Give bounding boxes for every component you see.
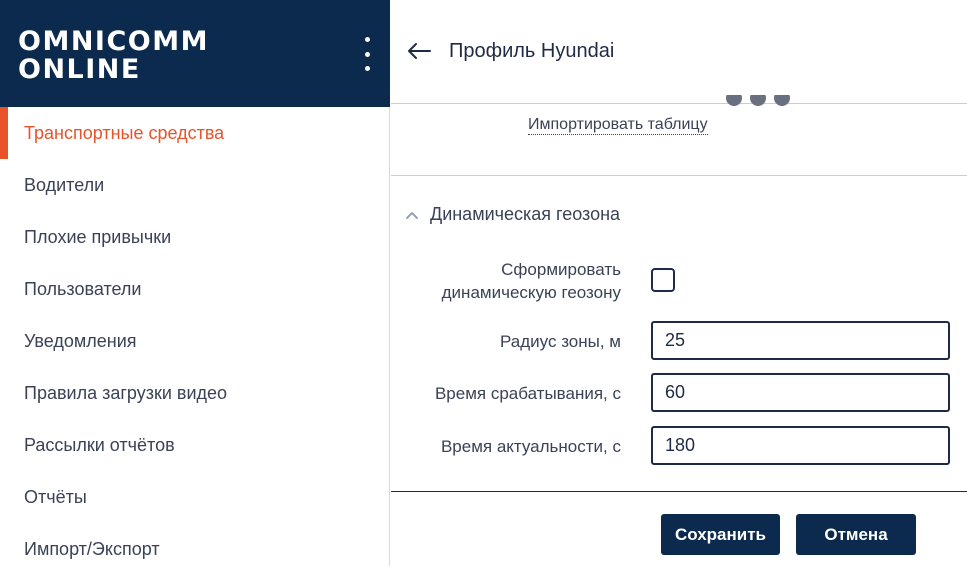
sidebar-item-drivers[interactable]: Водители <box>0 159 389 211</box>
sidebar-item-notifications[interactable]: Уведомления <box>0 315 389 367</box>
main-content: Профиль Hyundai Импортировать таблицу Ди… <box>391 0 967 566</box>
create-geozone-checkbox[interactable] <box>651 268 675 292</box>
sidebar-item-report-mailings[interactable]: Рассылки отчётов <box>0 419 389 471</box>
app-logo: OMNICOMM ONLINE <box>18 28 209 84</box>
kebab-icon[interactable] <box>356 37 378 71</box>
relevance-time-input[interactable] <box>651 426 950 465</box>
sidebar-nav: Транспортные средства Водители Плохие пр… <box>0 107 389 566</box>
sidebar-item-video-rules[interactable]: Правила загрузки видео <box>0 367 389 419</box>
relevance-time-label: Время актуальности, с <box>440 437 621 456</box>
logo-line-2: ONLINE <box>18 54 141 85</box>
create-geozone-label: Сформировать динамическую геозону <box>441 260 621 302</box>
sidebar: OMNICOMM ONLINE Транспортные средства Во… <box>0 0 390 566</box>
brand-header: OMNICOMM ONLINE <box>0 0 390 107</box>
trigger-time-label: Время срабатывания, с <box>434 384 621 403</box>
chevron-up-icon <box>406 211 418 219</box>
page-header: Профиль Hyundai <box>391 0 967 104</box>
logo-line-1: OMNICOMM <box>18 26 209 57</box>
sidebar-item-bad-habits[interactable]: Плохие привычки <box>0 211 389 263</box>
page-title: Профиль Hyundai <box>449 40 615 62</box>
radius-input[interactable] <box>651 321 950 360</box>
arrow-left-icon[interactable] <box>405 37 433 65</box>
scroll-hint-dots <box>726 95 790 106</box>
section-title: Динамическая геозона <box>430 204 621 224</box>
import-table-link[interactable]: Импортировать таблицу <box>528 116 708 135</box>
cancel-button[interactable]: Отмена <box>796 514 916 555</box>
sidebar-item-users[interactable]: Пользователи <box>0 263 389 315</box>
dynamic-geozone-section: Динамическая геозона Сформировать динами… <box>391 175 967 492</box>
trigger-time-input[interactable] <box>651 373 950 412</box>
sidebar-item-reports[interactable]: Отчёты <box>0 471 389 523</box>
save-button[interactable]: Сохранить <box>661 514 780 555</box>
radius-label: Радиус зоны, м <box>500 332 621 351</box>
sidebar-item-import-export[interactable]: Импорт/Экспорт <box>0 523 389 566</box>
section-toggle[interactable]: Динамическая геозона <box>405 204 620 225</box>
sidebar-item-vehicles[interactable]: Транспортные средства <box>0 107 389 159</box>
